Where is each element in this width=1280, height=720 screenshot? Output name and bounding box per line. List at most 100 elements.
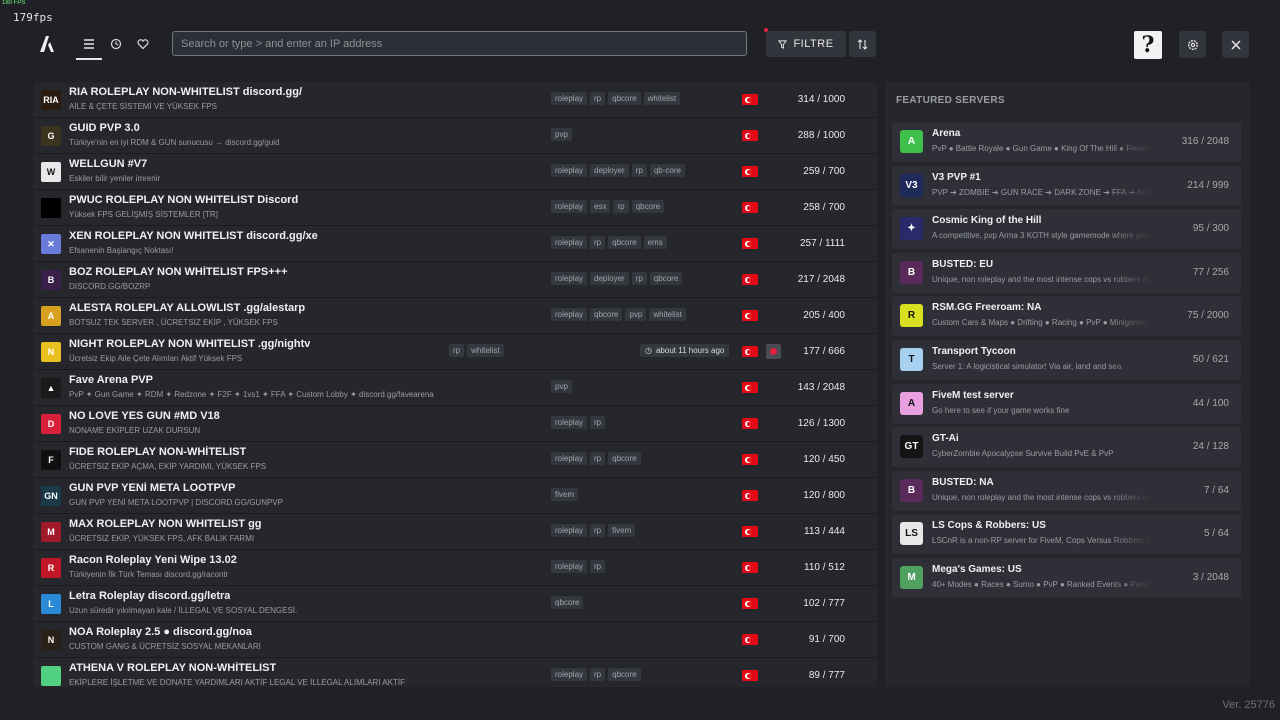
settings-button[interactable]	[1179, 31, 1206, 58]
server-tag: qbcore	[608, 92, 641, 105]
turkey-flag-icon	[742, 238, 758, 249]
sort-button[interactable]	[849, 31, 876, 57]
featured-server-icon: A	[900, 391, 923, 415]
featured-server-item[interactable]: GT GT-Ai CyberZombie Apocalypse Survive …	[892, 427, 1241, 468]
server-row[interactable]: N NOA Roleplay 2.5 ● discord.gg/noa CUST…	[33, 622, 877, 658]
favorites-nav-button[interactable]	[132, 33, 154, 55]
featured-server-item[interactable]: B BUSTED: EU Unique, non roleplay and th…	[892, 252, 1241, 293]
server-tag: roleplay	[551, 308, 588, 321]
server-row[interactable]: M MAX ROLEPLAY NON WHITELIST gg ÜCRETSİZ…	[33, 514, 877, 550]
featured-player-count: 3 / 2048	[1192, 572, 1229, 583]
server-row[interactable]: PWUC ROLEPLAY NON WHITELIST Discord Yüks…	[33, 190, 877, 226]
server-row[interactable]: ▲ Fave Arena PVP PvP ✦ Gun Game ✦ RDM ✦ …	[33, 370, 877, 406]
turkey-flag-icon	[742, 634, 758, 645]
featured-server-description: Unique, non roleplay and the most intens…	[932, 492, 1152, 502]
server-icon: D	[41, 414, 61, 434]
featured-server-description: A competitive, pvp Arma 3 KOTH style gam…	[932, 231, 1149, 241]
server-row[interactable]: ATHENA V ROLEPLAY NON-WHİTELIST EKİPLERE…	[33, 658, 877, 687]
turkey-flag-icon	[742, 490, 758, 501]
server-tags: roleplay deployer rp qb-core	[551, 164, 685, 177]
server-icon: F	[41, 450, 61, 470]
player-count: 143 / 2048	[797, 382, 845, 393]
player-count: 91 / 700	[808, 634, 845, 645]
featured-server-item[interactable]: T Transport Tycoon Server 1: A logicisti…	[892, 340, 1241, 380]
turkey-flag-icon	[742, 526, 758, 537]
server-tag: rp	[631, 272, 647, 285]
server-row[interactable]: G GUID PVP 3.0 Türkiye'nin en iyi RDM & …	[33, 118, 877, 154]
server-description: EKİPLERE İŞLETME VE DONATE YARDIMLARI AK…	[69, 678, 405, 687]
server-row[interactable]: RIA RIA ROLEPLAY NON-WHITELIST discord.g…	[33, 82, 877, 118]
filter-icon	[778, 39, 788, 49]
featured-server-item[interactable]: B BUSTED: NA Unique, non roleplay and th…	[892, 470, 1241, 511]
featured-server-name: BUSTED: EU	[932, 258, 994, 270]
fps-counter: 179fps	[13, 11, 53, 24]
server-tag: esx	[590, 200, 611, 213]
server-row[interactable]: L Letra Roleplay discord.gg/letra Uzun s…	[33, 586, 877, 622]
server-row[interactable]: W WELLGUN #V7 Eskiler bilir yeniler imre…	[33, 154, 877, 190]
server-list[interactable]: RIA RIA ROLEPLAY NON-WHITELIST discord.g…	[33, 82, 877, 687]
server-tag: rp	[590, 452, 606, 465]
featured-server-icon: T	[900, 348, 923, 371]
server-description: AİLE & ÇETE SİSTEMİ VE YÜKSEK FPS	[69, 102, 217, 111]
featured-server-name: Mega's Games: US	[932, 564, 1022, 575]
search-input[interactable]	[172, 31, 747, 56]
player-count: 314 / 1000	[797, 94, 845, 105]
server-tag: qbcore	[608, 668, 641, 681]
server-tags: roleplay rp qbcore	[551, 668, 641, 681]
list-icon	[84, 39, 94, 49]
turkey-flag-icon	[742, 382, 758, 393]
player-count: 126 / 1300	[797, 418, 845, 429]
turkey-flag-icon	[742, 202, 758, 213]
server-description: PvP ✦ Gun Game ✦ RDM ✦ Redzone ✦ F2F ✦ 1…	[69, 390, 434, 399]
server-name: MAX ROLEPLAY NON WHITELIST gg	[69, 518, 262, 530]
gear-icon	[1187, 39, 1198, 50]
server-tags: roleplay rp	[551, 416, 606, 429]
server-tag: roleplay	[551, 668, 588, 681]
history-icon	[110, 38, 122, 50]
history-nav-button[interactable]	[105, 33, 127, 55]
featured-server-icon: GT	[900, 435, 923, 459]
server-list-nav-button[interactable]	[76, 33, 102, 60]
server-tags: roleplay deployer rp qbcore	[551, 272, 683, 285]
featured-server-item[interactable]: M Mega's Games: US 40+ Modes ● Races ● S…	[892, 558, 1241, 598]
server-row[interactable]: F FIDE ROLEPLAY NON-WHİTELIST ÜCRETSİZ E…	[33, 442, 877, 478]
server-tag: whitelist	[643, 92, 681, 105]
help-button[interactable]: ?	[1134, 31, 1162, 59]
filter-button[interactable]: FILTRE	[766, 31, 846, 57]
server-description: ÜCRETSİZ EKİP AÇMA, EKİP YARDIMI, YÜKSEK…	[69, 462, 267, 471]
server-name: WELLGUN #V7	[69, 158, 148, 170]
featured-player-count: 214 / 999	[1187, 179, 1229, 191]
featured-server-item[interactable]: LS LS Cops & Robbers: US LSCnR is a non-…	[892, 514, 1241, 555]
server-tags: roleplay rp fivem	[551, 524, 636, 537]
featured-server-item[interactable]: ✦ Cosmic King of the Hill A competitive,…	[892, 209, 1241, 250]
server-name: NOA Roleplay 2.5 ● discord.gg/noa	[69, 626, 252, 638]
server-tags: pvp	[551, 128, 572, 141]
turkey-flag-icon	[742, 670, 758, 681]
player-count: 258 / 700	[803, 202, 845, 213]
turkey-flag-icon	[742, 562, 758, 573]
server-tag: rp	[590, 560, 606, 573]
server-row[interactable]: A ALESTA ROLEPLAY ALLOWLIST .gg/alestarp…	[33, 298, 877, 334]
server-icon: G	[41, 126, 61, 146]
server-icon: B	[41, 270, 61, 290]
featured-server-icon: R	[900, 304, 923, 328]
server-row[interactable]: R Racon Roleplay Yeni Wipe 13.02 Türkiye…	[33, 550, 877, 586]
featured-servers-title: FEATURED SERVERS	[896, 95, 1005, 106]
fivem-logo-icon[interactable]	[36, 33, 58, 55]
server-name: NIGHT ROLEPLAY NON WHITELIST .gg/nightv	[69, 338, 311, 350]
turkey-flag-icon	[742, 454, 758, 465]
server-row[interactable]: D NO LOVE YES GUN #MD V18 NONAME EKİPLER…	[33, 406, 877, 442]
featured-server-item[interactable]: A Arena PvP ● Battle Royale ● Gun Game ●…	[892, 122, 1241, 162]
featured-server-item[interactable]: V3 V3 PVP #1 PVP ➔ ZOMBIE ➔ GUN RACE ➔ D…	[892, 165, 1241, 206]
close-button[interactable]	[1222, 31, 1249, 58]
server-row[interactable]: N NIGHT ROLEPLAY NON WHITELIST .gg/night…	[33, 334, 877, 370]
featured-server-item[interactable]: A FiveM test server Go here to see if yo…	[892, 383, 1241, 424]
featured-server-name: FiveM test server	[932, 389, 1014, 401]
server-row[interactable]: ✕ XEN ROLEPLAY NON WHITELIST discord.gg/…	[33, 226, 877, 262]
featured-server-item[interactable]: R RSM.GG Freeroam: NA Custom Cars & Maps…	[892, 296, 1241, 337]
featured-server-name: RSM.GG Freeroam: NA	[932, 302, 1042, 314]
featured-server-name: BUSTED: NA	[932, 476, 994, 488]
server-row[interactable]: B BOZ ROLEPLAY NON WHİTELIST FPS+++ DISC…	[33, 262, 877, 298]
server-row[interactable]: GN GUN PVP YENİ META LOOTPVP GUN PVP YEN…	[33, 478, 877, 514]
turkey-flag-icon	[742, 274, 758, 285]
